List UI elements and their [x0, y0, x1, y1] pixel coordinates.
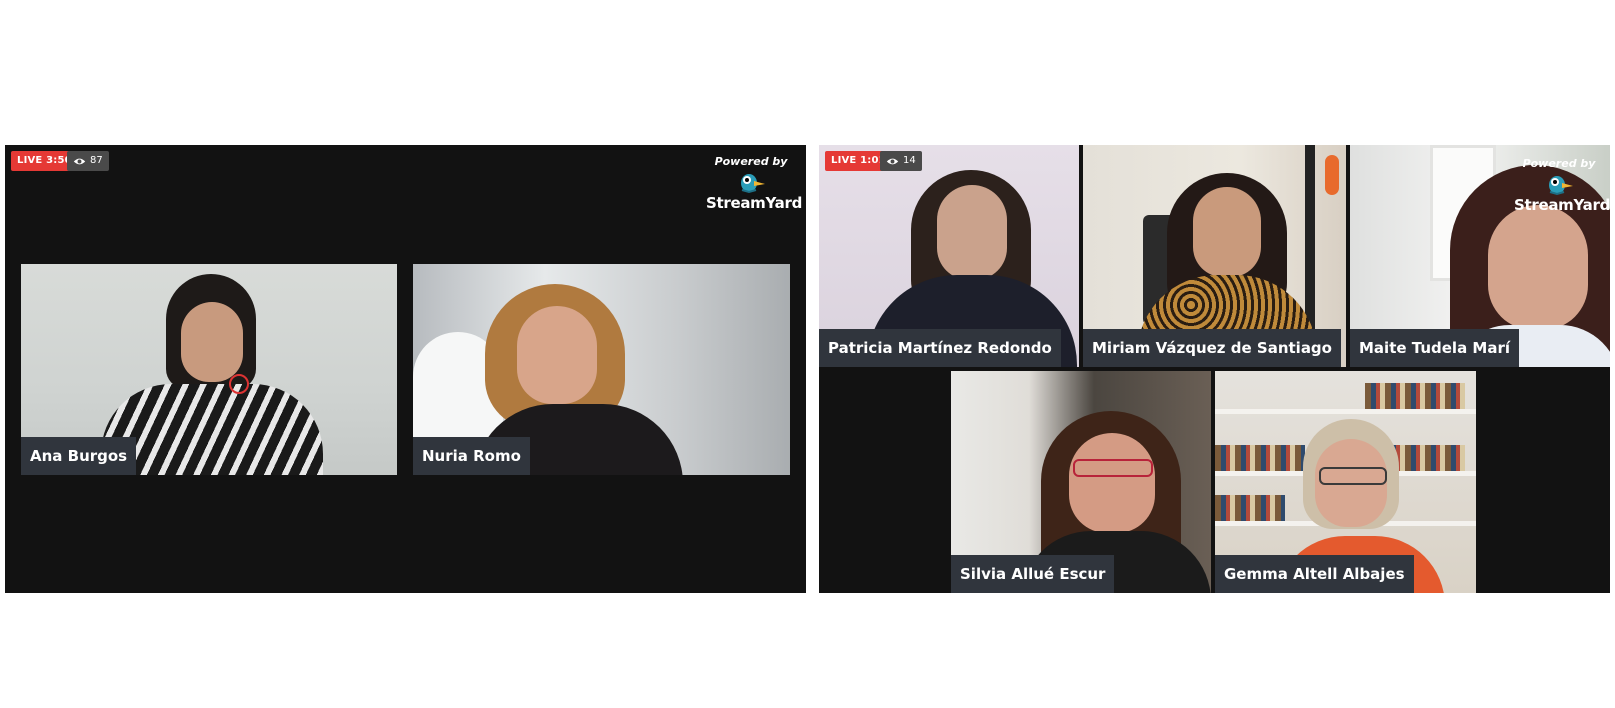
streamyard-bird-icon [706, 170, 796, 194]
streamyard-branding: Powered by StreamYard [1514, 157, 1610, 214]
participant-name-tag: Miriam Vázquez de Santiago [1083, 329, 1341, 367]
stream-window-2: Patricia Martínez Redondo Miriam Vázquez… [819, 145, 1610, 593]
streamyard-bird-icon [1514, 172, 1604, 196]
eye-icon [73, 158, 86, 164]
participant-name-tag: Ana Burgos [21, 437, 137, 475]
participant-video-tile[interactable]: Patricia Martínez Redondo [819, 145, 1079, 367]
powered-by-label: Powered by [714, 155, 788, 168]
participant-video-tile[interactable]: Gemma Altell Albajes [1215, 371, 1476, 593]
viewer-count-badge: 87 [67, 151, 109, 171]
participant-name-tag: Gemma Altell Albajes [1215, 555, 1414, 593]
viewer-count: 87 [90, 155, 103, 166]
participant-video-tile[interactable]: Ana Burgos [21, 264, 397, 475]
participant-video-tile[interactable]: Silvia Allué Escur [951, 371, 1211, 593]
participant-name-tag: Patricia Martínez Redondo [819, 329, 1061, 367]
participant-name-tag: Silvia Allué Escur [951, 555, 1115, 593]
streamyard-wordmark: StreamYard [1514, 196, 1610, 214]
streamyard-wordmark: StreamYard [706, 194, 803, 212]
eye-icon [886, 158, 899, 164]
viewer-count: 14 [903, 155, 916, 166]
powered-by-label: Powered by [1522, 157, 1596, 170]
participant-name-tag: Nuria Romo [413, 437, 530, 475]
stream-window-1: LIVE 3:50 87 Powered by StreamYard Ana B… [5, 145, 806, 593]
participant-name-tag: Maite Tudela Marí [1350, 329, 1520, 367]
streamyard-branding: Powered by StreamYard [706, 155, 803, 212]
viewer-count-badge: 14 [880, 151, 922, 171]
participant-video-tile[interactable]: Miriam Vázquez de Santiago [1083, 145, 1346, 367]
participant-video-tile[interactable]: Nuria Romo [413, 264, 790, 475]
